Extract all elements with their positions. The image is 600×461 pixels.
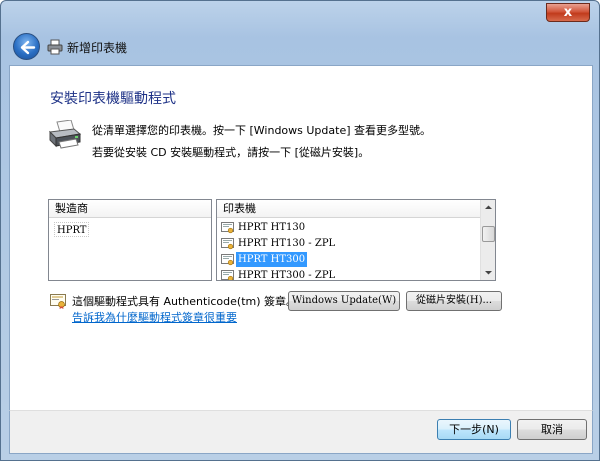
printer-icon xyxy=(47,39,63,55)
printer-item-label: HPRT HT300 xyxy=(236,252,308,267)
printer-item[interactable]: HPRT HT130 - ZPL xyxy=(221,236,337,251)
printer-item-label: HPRT HT130 - ZPL xyxy=(238,238,336,249)
driver-certificate-icon xyxy=(221,269,234,280)
driver-certificate-icon xyxy=(221,253,234,265)
scroll-up-arrow-icon[interactable] xyxy=(484,203,493,212)
manufacturer-item-hprt[interactable]: HPRT xyxy=(54,222,90,237)
close-button[interactable]: x xyxy=(546,3,590,22)
instruction-text-2: 若要從安裝 CD 安裝驅動程式，請按一下 [從磁片安裝]。 xyxy=(92,146,370,159)
printer-item-label: HPRT HT130 xyxy=(238,222,306,233)
printer-list[interactable]: 印表機 HPRT HT130 HPRT HT130 - ZPL HPRT HT3… xyxy=(216,199,496,281)
windows-update-button[interactable]: Windows Update(W) xyxy=(288,291,400,311)
manufacturer-list-header: 製造商 xyxy=(49,200,211,218)
printer-item-label: HPRT HT300 - ZPL xyxy=(238,270,336,281)
next-button[interactable]: 下一步(N) xyxy=(437,419,511,440)
window-frame: x 新增印表機 安裝印表機驅動程式 從清單選擇您的印表機。按一下 [Window… xyxy=(0,0,600,461)
printer-list-header: 印表機 xyxy=(217,200,480,218)
have-disk-button[interactable]: 從磁片安裝(H)... xyxy=(406,291,502,311)
instruction-text-1: 從清單選擇您的印表機。按一下 [Windows Update] 查看更多型號。 xyxy=(92,124,432,137)
title-bar: 新增印表機 xyxy=(9,29,593,65)
window-title: 新增印表機 xyxy=(67,41,128,55)
signature-help-link[interactable]: 告訴我為什麼驅動程式簽章很重要 xyxy=(72,309,237,325)
printer-item[interactable]: HPRT HT300 - ZPL xyxy=(221,268,337,281)
scroll-down-arrow-icon[interactable] xyxy=(484,268,493,277)
printer-list-scrollbar[interactable] xyxy=(480,200,495,280)
back-arrow-icon xyxy=(20,40,36,55)
printer-item[interactable]: HPRT HT130 xyxy=(221,220,307,235)
cancel-button[interactable]: 取消 xyxy=(517,419,587,440)
driver-certificate-icon xyxy=(221,237,234,249)
wizard-footer: 下一步(N) 取消 xyxy=(9,410,593,454)
signature-status-text: 這個驅動程式具有 Authenticode(tm) 簽章。 xyxy=(72,295,298,308)
wizard-content: 安裝印表機驅動程式 從清單選擇您的印表機。按一下 [Windows Update… xyxy=(9,65,593,410)
page-heading: 安裝印表機驅動程式 xyxy=(50,91,176,107)
certificate-icon xyxy=(50,294,66,309)
scrollbar-thumb[interactable] xyxy=(482,226,495,242)
printer-icon-large xyxy=(48,120,82,149)
manufacturer-list[interactable]: 製造商 HPRT xyxy=(48,199,212,281)
driver-certificate-icon xyxy=(221,221,234,233)
printer-item-selected[interactable]: HPRT HT300 xyxy=(221,252,308,267)
back-button[interactable] xyxy=(13,33,40,60)
